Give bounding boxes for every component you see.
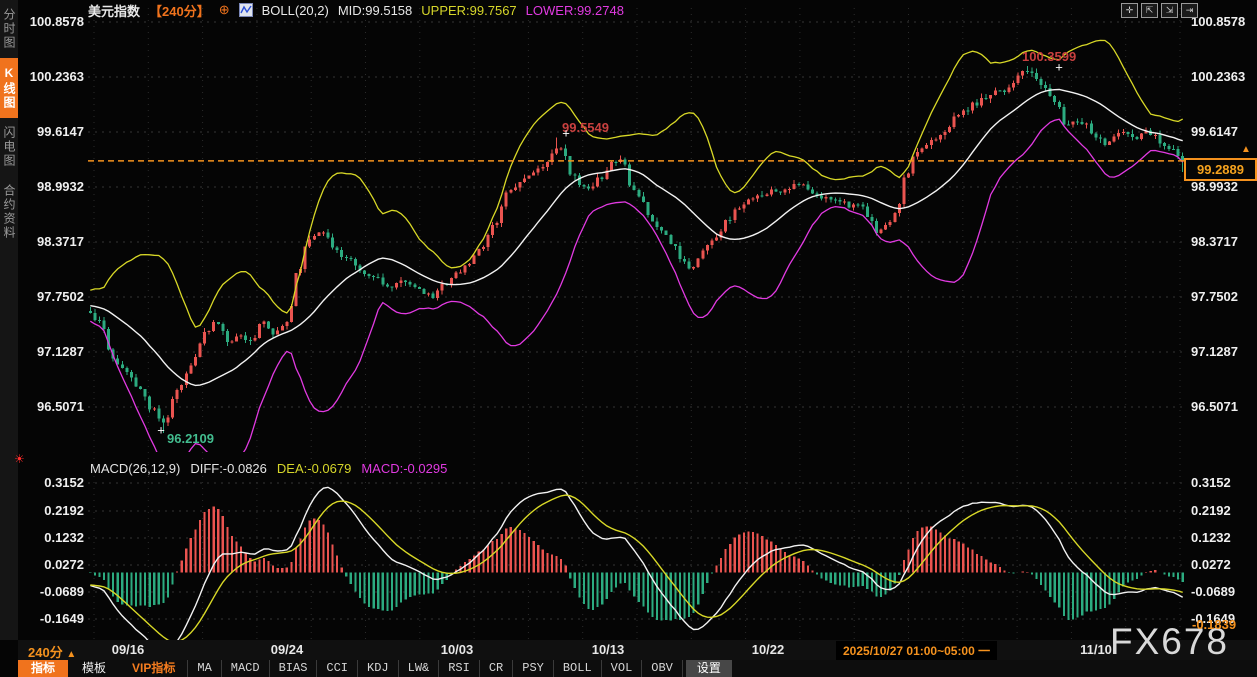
- toolbar-item-macd[interactable]: MACD: [222, 660, 270, 677]
- kline-chart-icon[interactable]: [238, 3, 253, 17]
- toolbar-item-bias[interactable]: BIAS: [270, 660, 318, 677]
- macd-header: MACD(26,12,9) DIFF:-0.0826 DEA:-0.0679 M…: [90, 461, 447, 476]
- sidebar-item-contract-info[interactable]: 合约资料: [0, 176, 18, 248]
- crosshair-move-icon[interactable]: ✛: [1121, 3, 1138, 18]
- toolbar-item-templates[interactable]: 模板: [68, 660, 120, 677]
- price-axis-label-left: 98.3717: [37, 234, 84, 249]
- price-axis-label-right: 97.7502: [1191, 289, 1238, 304]
- period-arrow-icon: ▲: [66, 649, 77, 660]
- toolbar-item-rsi[interactable]: RSI: [439, 660, 480, 677]
- sidebar-item-flash-chart[interactable]: 闪电图: [0, 118, 18, 176]
- period-selector[interactable]: 240分 ▲: [28, 642, 76, 661]
- collapse-panel-icon[interactable]: ⇥: [1181, 3, 1198, 18]
- price-marker-icon: ▲: [1241, 144, 1251, 155]
- price-axis-label-left: 100.2363: [29, 69, 84, 84]
- price-axis-label-right: 100.2363: [1191, 69, 1246, 84]
- date-label: 09/24: [270, 642, 304, 657]
- low-label: 96.2109: [167, 431, 214, 446]
- price-axis-label-right: 96.5071: [1191, 399, 1238, 414]
- symbol-name: 美元指数: [88, 3, 141, 19]
- date-label: 09/16: [111, 642, 145, 657]
- macd-axis-label-right: 0.2192: [1191, 503, 1231, 518]
- toolbar-item-vol[interactable]: VOL: [602, 660, 643, 677]
- price-axis-label-right: 99.6147: [1191, 124, 1238, 139]
- period-label: 【240分】: [149, 3, 210, 19]
- toolbar-item-cci[interactable]: CCI: [317, 660, 359, 677]
- macd-axis-label-right: 0.0272: [1191, 557, 1231, 572]
- toolbar-item-kdj[interactable]: KDJ: [358, 660, 399, 677]
- top-toolbar: ✛ ⇱ ⇲ ⇥: [1121, 3, 1198, 18]
- toolbar-item-lw[interactable]: LW&: [399, 660, 440, 677]
- current-price-box: 99.2889: [1184, 158, 1257, 181]
- add-icon[interactable]: ⊕: [219, 2, 230, 18]
- price-axis-label-right: 100.8578: [1191, 14, 1246, 29]
- low-label-cross-icon: +: [157, 422, 165, 438]
- sidebar: 分时图 K线图 闪电图 合约资料: [0, 0, 18, 640]
- macd-current-value: -0.1839: [1192, 617, 1237, 632]
- price-axis-label-left: 97.1287: [37, 344, 84, 359]
- macd-axis-label-left: -0.0689: [39, 584, 84, 599]
- macd-title: MACD(26,12,9): [90, 461, 181, 476]
- bottom-toolbar: 指标 模板 VIP指标 MA MACD BIAS CCI KDJ LW& RSI CR PSY BOLL…: [18, 660, 1257, 677]
- sidebar-item-minute-chart[interactable]: 分时图: [0, 0, 18, 58]
- toolbar-item-vip-indicators[interactable]: VIP指标: [120, 660, 187, 677]
- date-label: 11/10: [1080, 642, 1112, 657]
- chart-canvas[interactable]: [0, 0, 1257, 645]
- boll-mid-value: MID:99.5158: [337, 2, 413, 18]
- price-axis-label-left: 96.5071: [37, 399, 84, 414]
- macd-macd-value: MACD:-0.0295: [361, 461, 448, 476]
- date-label: 10/22: [751, 642, 785, 657]
- toolbar-item-ma[interactable]: MA: [187, 660, 222, 677]
- toolbar-item-psy[interactable]: PSY: [513, 660, 554, 677]
- toolbar-item-cr[interactable]: CR: [480, 660, 514, 677]
- price-axis-label-left: 97.7502: [37, 289, 84, 304]
- sidebar-item-kline-chart[interactable]: K线图: [0, 58, 18, 118]
- boll-upper-value: UPPER:99.7567: [421, 2, 517, 18]
- price-axis-label-left: 100.8578: [29, 14, 84, 29]
- scale-up-chart-icon[interactable]: ⇱: [1141, 3, 1158, 18]
- price-axis-label-right: 98.9932: [1191, 179, 1238, 194]
- price-axis-label-left: 99.6147: [37, 124, 84, 139]
- macd-axis-label-right: 0.3152: [1191, 475, 1231, 490]
- macd-axis-label-left: 0.0272: [44, 557, 84, 572]
- macd-dea-value: DEA:-0.0679: [276, 461, 352, 476]
- hover-time-range: 2025/10/27 01:00~05:00 一: [836, 641, 998, 660]
- high-label-2-cross-icon: +: [1055, 59, 1063, 75]
- chart-header: 美元指数 【240分】 ⊕ BOLL(20,2) MID:99.5158 UPP…: [88, 2, 624, 19]
- macd-axis-label-left: 0.2192: [44, 503, 84, 518]
- date-label: 10/13: [591, 642, 625, 657]
- boll-label: BOLL(20,2): [261, 2, 329, 18]
- toolbar-item-boll[interactable]: BOLL: [554, 660, 602, 677]
- macd-axis-label-left: 0.3152: [44, 475, 84, 490]
- macd-diff-value: DIFF:-0.0826: [190, 461, 267, 476]
- time-axis: 240分 ▲ 09/16 09/24 10/03 10/13 10/22 11/10 20…: [18, 640, 1257, 660]
- indicator-alert-icon: ☀: [14, 452, 25, 466]
- macd-axis-label-right: 0.1232: [1191, 530, 1231, 545]
- macd-axis-label-left: -0.1649: [39, 611, 84, 626]
- macd-axis-label-left: 0.1232: [44, 530, 84, 545]
- high-label-1-cross-icon: +: [562, 125, 570, 141]
- high-label-2: 100.3599: [1022, 49, 1077, 64]
- price-axis-label-left: 98.9932: [37, 179, 84, 194]
- price-axis-label-right: 98.3717: [1191, 234, 1238, 249]
- toolbar-item-indicators[interactable]: 指标: [18, 660, 69, 677]
- date-label: 10/03: [440, 642, 474, 657]
- toolbar-item-obv[interactable]: OBV: [642, 660, 683, 677]
- scale-right-chart-icon[interactable]: ⇲: [1161, 3, 1178, 18]
- price-axis-label-right: 97.1287: [1191, 344, 1238, 359]
- toolbar-item-settings[interactable]: 设置: [685, 660, 732, 677]
- boll-lower-value: LOWER:99.2748: [525, 2, 624, 18]
- macd-axis-label-right: -0.0689: [1191, 584, 1236, 599]
